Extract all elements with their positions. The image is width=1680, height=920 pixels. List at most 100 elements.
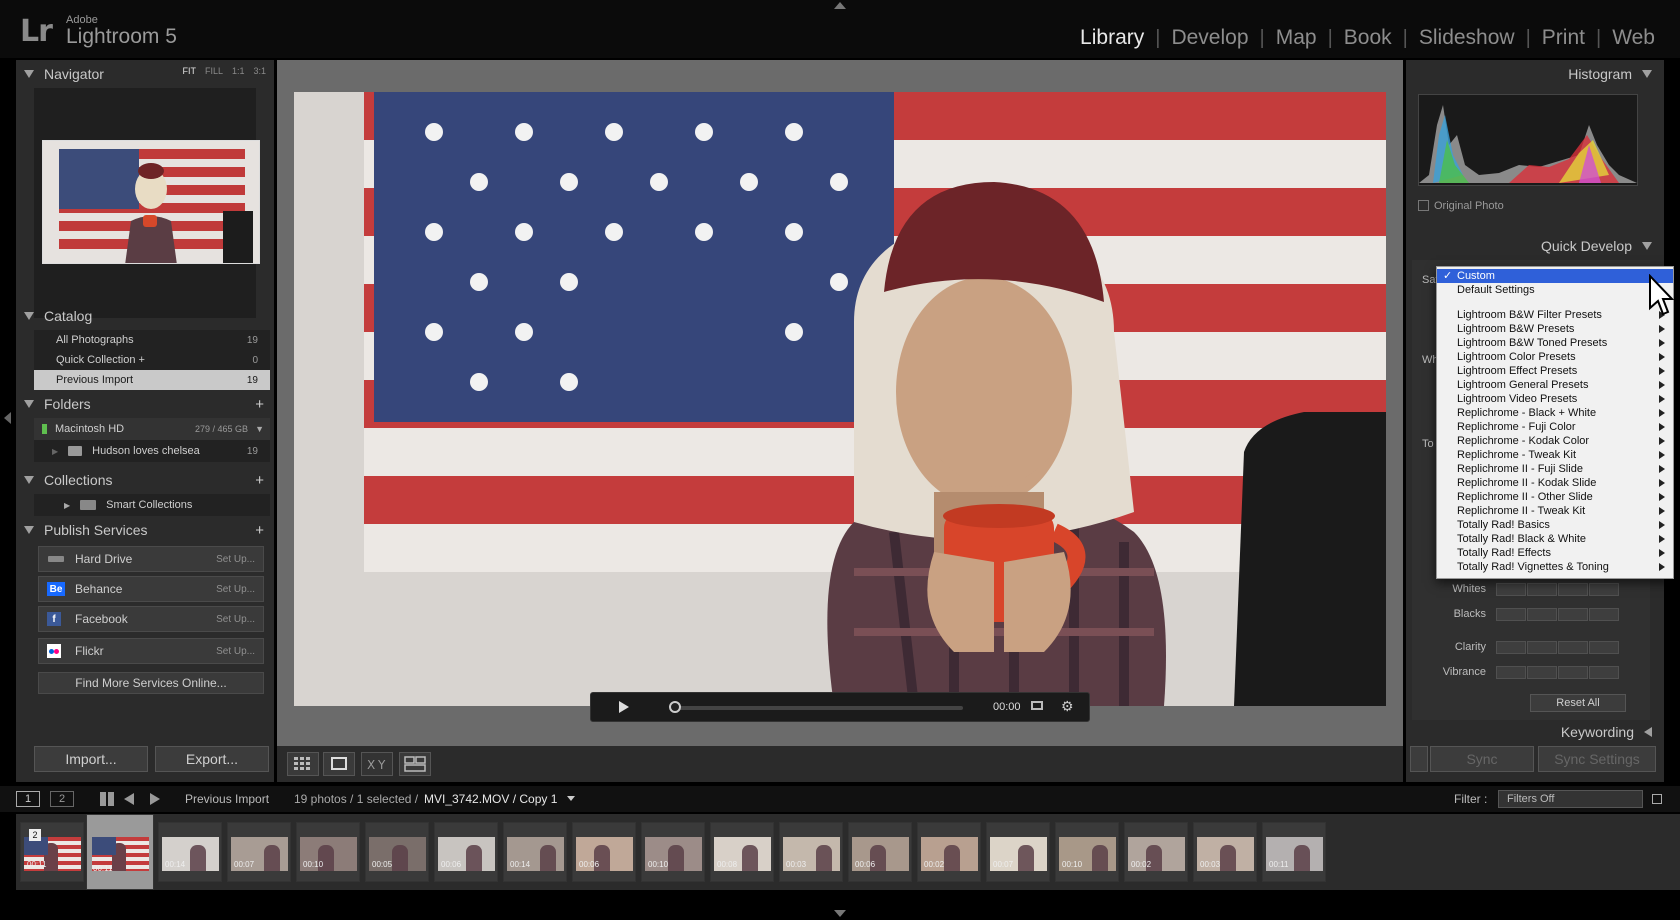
preset-menu-item[interactable]: Lightroom B&W Toned Presets — [1437, 336, 1673, 350]
sync-settings-button[interactable]: Sync Settings — [1538, 746, 1656, 772]
increase-button[interactable] — [1558, 640, 1588, 654]
preset-menu-item[interactable]: Lightroom Video Presets — [1437, 392, 1673, 406]
back-arrow-icon[interactable] — [124, 793, 134, 805]
import-button[interactable]: Import... — [34, 746, 148, 772]
module-print[interactable]: Print — [1531, 26, 1596, 50]
filmstrip-thumbnail[interactable]: 00:02 — [917, 822, 981, 882]
decrease-large-button[interactable] — [1496, 665, 1526, 679]
decrease-large-button[interactable] — [1496, 640, 1526, 654]
zoom-fit[interactable]: FIT — [182, 66, 196, 76]
file-menu-icon[interactable] — [567, 796, 575, 801]
preset-menu-item[interactable]: Totally Rad! Basics — [1437, 518, 1673, 532]
filmstrip-thumbnail[interactable]: 00:11 — [1262, 822, 1326, 882]
increase-large-button[interactable] — [1589, 665, 1619, 679]
preset-menu-item[interactable]: Replichrome II - Other Slide — [1437, 490, 1673, 504]
sync-toggle-switch[interactable] — [1410, 746, 1428, 772]
top-panel-toggle-icon[interactable] — [834, 2, 846, 9]
module-web[interactable]: Web — [1601, 26, 1666, 50]
increase-large-button[interactable] — [1589, 640, 1619, 654]
collection-expand-icon[interactable]: ▶ — [64, 501, 70, 510]
filmstrip-thumbnail[interactable]: 00:02 — [1124, 822, 1188, 882]
zoom-fill[interactable]: FILL — [205, 66, 223, 76]
module-map[interactable]: Map — [1265, 26, 1328, 50]
collections-header[interactable]: Collections + — [16, 468, 274, 492]
module-book[interactable]: Book — [1333, 26, 1403, 50]
decrease-large-button[interactable] — [1496, 607, 1526, 621]
filmstrip-thumbnail[interactable]: 00:06 — [848, 822, 912, 882]
grid-view-icon[interactable] — [287, 752, 319, 776]
preset-menu-item[interactable]: Replichrome - Tweak Kit — [1437, 448, 1673, 462]
decrease-button[interactable] — [1527, 665, 1557, 679]
filmstrip-thumbnail[interactable]: 00:10 — [1055, 822, 1119, 882]
loupe-view-icon[interactable] — [323, 752, 355, 776]
histogram-header[interactable]: Histogram — [1568, 66, 1652, 82]
preset-menu-item[interactable]: Replichrome - Kodak Color — [1437, 434, 1673, 448]
find-more-services-button[interactable]: Find More Services Online... — [38, 672, 264, 694]
preset-menu-item[interactable]: Default Settings — [1437, 283, 1673, 297]
filmstrip-thumbnail[interactable]: 00:06 — [572, 822, 636, 882]
sync-button[interactable]: Sync — [1430, 746, 1534, 772]
original-photo-checkbox[interactable] — [1418, 200, 1429, 211]
folder-expand-icon[interactable]: ▶ — [52, 447, 58, 456]
filmstrip-thumbnail[interactable]: 00:11 — [86, 814, 154, 890]
service-setup-link[interactable]: Set Up... — [216, 584, 255, 595]
decrease-large-button[interactable] — [1496, 582, 1526, 596]
preset-menu-item[interactable]: Lightroom B&W Filter Presets — [1437, 308, 1673, 322]
preset-menu-item[interactable]: Replichrome - Black + White — [1437, 406, 1673, 420]
filter-lock-icon[interactable] — [1652, 794, 1662, 804]
service-setup-link[interactable]: Set Up... — [216, 646, 255, 657]
filmstrip-thumbnail[interactable]: 00:05 — [365, 822, 429, 882]
zoom-3-1[interactable]: 3:1 — [253, 66, 266, 76]
preset-menu-item[interactable]: Totally Rad! Black & White — [1437, 532, 1673, 546]
increase-large-button[interactable] — [1589, 607, 1619, 621]
keywording-header[interactable]: Keywording — [1561, 724, 1652, 740]
reset-all-button[interactable]: Reset All — [1530, 694, 1626, 712]
increase-button[interactable] — [1558, 582, 1588, 596]
filmstrip-thumbnail[interactable]: 00:07 — [986, 822, 1050, 882]
filmstrip-source[interactable]: Previous Import — [185, 792, 269, 806]
publish-service-hard-drive[interactable]: Hard Drive Set Up... — [38, 546, 264, 572]
preset-menu-item[interactable]: Lightroom General Presets — [1437, 378, 1673, 392]
add-publish-service-icon[interactable]: + — [255, 522, 264, 539]
primary-window-button[interactable]: 1 — [16, 791, 40, 807]
service-setup-link[interactable]: Set Up... — [216, 614, 255, 625]
filmstrip-thumbnail[interactable]: 00:03 — [1193, 822, 1257, 882]
increase-button[interactable] — [1558, 665, 1588, 679]
publish-service-facebook[interactable]: f Facebook Set Up... — [38, 606, 264, 632]
add-collection-icon[interactable]: + — [255, 472, 264, 489]
service-setup-link[interactable]: Set Up... — [216, 554, 255, 565]
filmstrip-thumbnail[interactable]: 00:11 2 — [20, 822, 84, 882]
playhead-icon[interactable] — [669, 701, 681, 713]
volume-macintosh-hd[interactable]: Macintosh HD 279 / 465 GB ▼ — [34, 418, 270, 440]
smart-collections-set[interactable]: ▶ Smart Collections — [34, 494, 270, 516]
preset-menu-item[interactable]: Totally Rad! Effects — [1437, 546, 1673, 560]
filmstrip-thumbnail[interactable]: 00:03 — [779, 822, 843, 882]
increase-button[interactable] — [1558, 607, 1588, 621]
frame-icon[interactable] — [1031, 701, 1043, 710]
preset-menu-item[interactable]: Totally Rad! Vignettes & Toning — [1437, 560, 1673, 574]
decrease-button[interactable] — [1527, 640, 1557, 654]
publish-service-behance[interactable]: Be Behance Set Up... — [38, 576, 264, 602]
drive-menu-icon[interactable]: ▼ — [255, 424, 264, 434]
increase-large-button[interactable] — [1589, 582, 1619, 596]
navigator-thumbnail[interactable] — [42, 140, 260, 264]
add-folder-icon[interactable]: + — [255, 396, 264, 413]
left-panel-toggle-icon[interactable] — [4, 412, 11, 424]
filmstrip-thumbnail[interactable]: 00:07 — [227, 822, 291, 882]
filmstrip-thumbnail[interactable]: 00:10 — [641, 822, 705, 882]
video-scrubber[interactable] — [673, 706, 963, 710]
catalog-item-all-photographs[interactable]: All Photographs 19 — [34, 330, 270, 350]
preset-menu-item[interactable]: Replichrome II - Kodak Slide — [1437, 476, 1673, 490]
preset-menu-item[interactable]: Lightroom B&W Presets — [1437, 322, 1673, 336]
catalog-item-previous-import[interactable]: Previous Import 19 — [34, 370, 270, 390]
filmstrip-thumbnail[interactable]: 00:14 — [158, 822, 222, 882]
bottom-panel-toggle-icon[interactable] — [834, 910, 846, 917]
filmstrip-thumbnail[interactable]: 00:14 — [503, 822, 567, 882]
preset-menu-item[interactable]: Replichrome II - Tweak Kit — [1437, 504, 1673, 518]
catalog-header[interactable]: Catalog — [16, 304, 274, 328]
secondary-window-button[interactable]: 2 — [50, 791, 74, 807]
preset-menu-item[interactable]: Lightroom Color Presets — [1437, 350, 1673, 364]
preset-menu-item[interactable]: Replichrome - Fuji Color — [1437, 420, 1673, 434]
publish-services-header[interactable]: Publish Services + — [16, 518, 274, 542]
main-photo-preview[interactable] — [294, 92, 1386, 706]
